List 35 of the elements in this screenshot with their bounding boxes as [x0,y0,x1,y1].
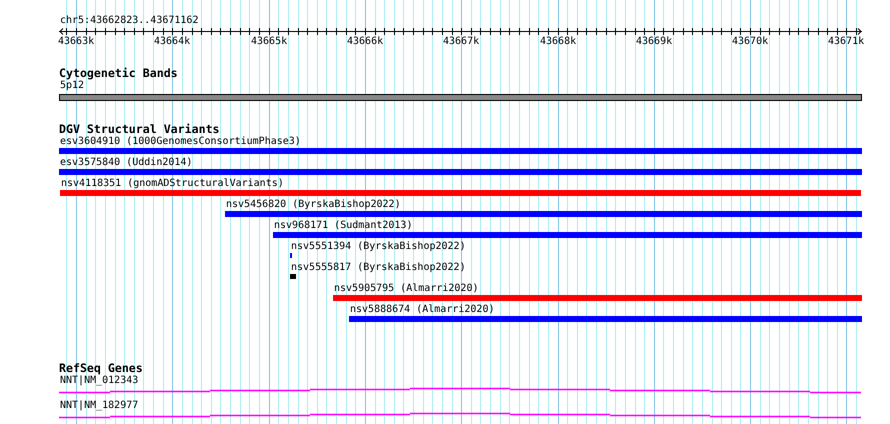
ruler-label: 43665k [251,36,288,47]
variant-label[interactable]: nsv5456820 (ByrskaBishop2022) [225,199,862,211]
variant-label[interactable]: nsv5888674 (Almarri2020) [349,304,862,316]
variant-label[interactable]: nsv968171 (Sudmant2013) [273,220,862,232]
track-title: RefSeq Genes [59,362,144,375]
ruler-label: 43670k [732,36,768,47]
ruler-label: 43671k [828,36,864,47]
track-title: DGV Structural Variants [59,123,221,136]
variant-bar[interactable] [273,232,862,238]
variant-label[interactable]: nsv5551394 (ByrskaBishop2022) [290,241,862,253]
ruler-label: 43669k [636,36,672,47]
variant-label[interactable]: nsv4118351 (gnomADStructuralVariants) [60,178,862,190]
variant-label[interactable]: nsv5905795 (Almarri2020) [333,283,862,295]
ruler-label: 43667k [443,36,480,47]
variant-bar[interactable] [349,316,862,322]
variant-label[interactable]: nsv5555817 (ByrskaBishop2022) [290,262,862,274]
ruler-label: 43664k [154,36,190,47]
variant-label[interactable]: esv3575840 (Uddin2014) [59,157,862,169]
track-title: Cytogenetic Bands [59,67,179,80]
ruler-label: 43666k [347,36,384,47]
ruler-label: 43668k [540,36,576,47]
gene-line[interactable] [59,388,862,394]
band-label: 5p12 [59,80,86,92]
variant-bar[interactable] [60,190,861,196]
ruler-label: 43663k [58,36,94,47]
variant-bar[interactable] [225,211,862,217]
gene-label[interactable]: NNT|NM_182977 [59,400,862,412]
variant-bar[interactable] [59,169,862,175]
location-label: chr5:43662823..43671162 [59,14,200,27]
variant-bar[interactable] [59,148,862,154]
variant-bar[interactable] [290,274,296,279]
gene-line[interactable] [59,412,862,418]
variant-bar[interactable] [333,295,862,301]
gene-label[interactable]: NNT|NM_012343 [59,375,862,387]
variant-label[interactable]: esv3604910 (1000GenomesConsortiumPhase3) [59,136,862,148]
